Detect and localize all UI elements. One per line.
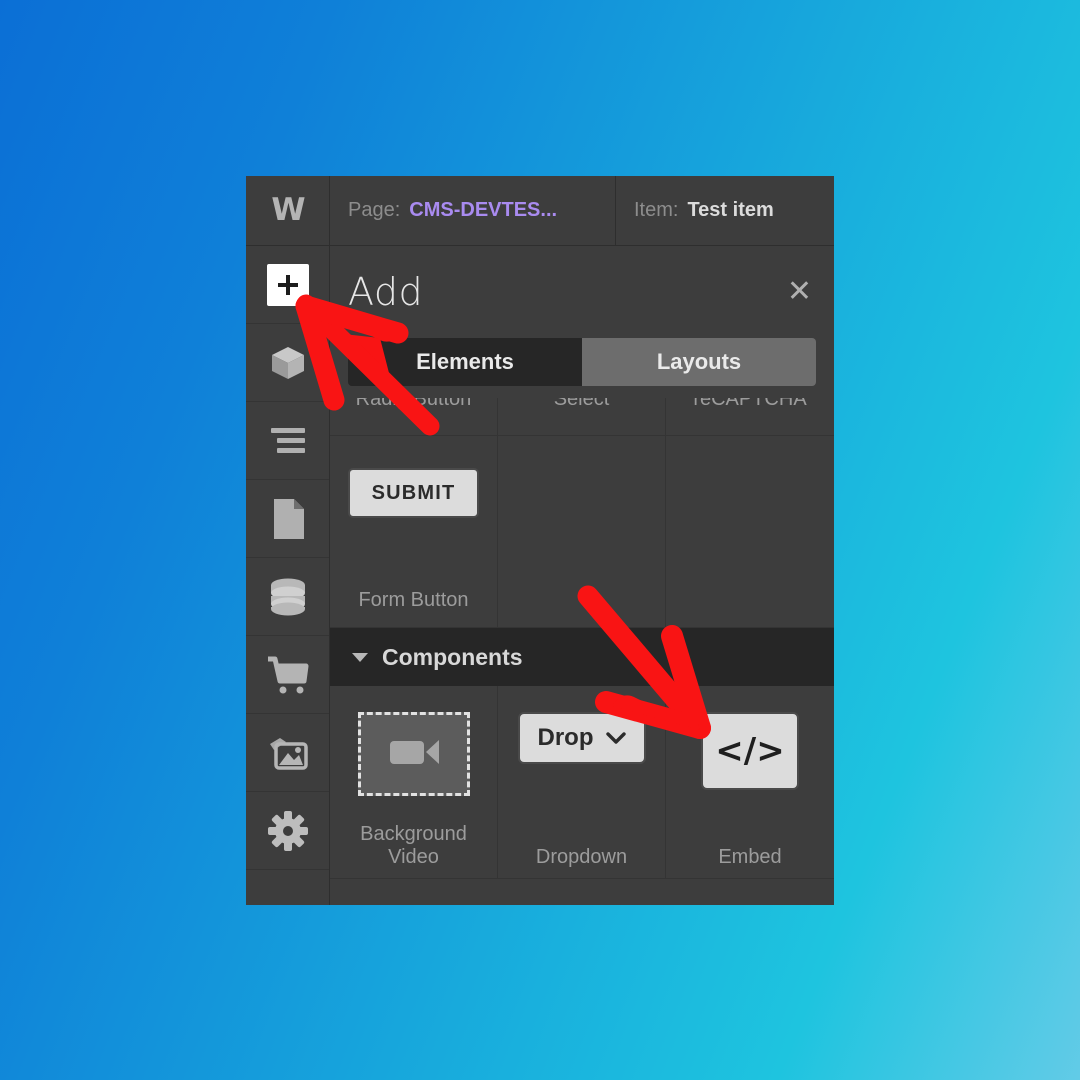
add-panel-header: Add ✕	[330, 246, 834, 338]
page-selector[interactable]: Page: CMS-DEVTES...	[330, 176, 616, 245]
chevron-down-icon	[605, 726, 626, 750]
cart-icon	[266, 655, 310, 695]
tab-layouts[interactable]: Layouts	[582, 338, 816, 386]
element-label: Background Video	[360, 822, 467, 869]
box-icon	[267, 342, 309, 384]
components-row: Background Video Drop Dropdown </> Embed	[330, 686, 834, 879]
dropdown-preview-text: Drop	[537, 724, 594, 751]
element-label: Embed	[718, 846, 782, 869]
panel-tabs: Elements Layouts	[348, 338, 816, 386]
element-empty-slot	[498, 436, 666, 628]
submit-button-preview: SUBMIT	[347, 468, 480, 518]
gear-icon	[267, 810, 309, 852]
element-label: Form Button	[358, 589, 469, 612]
navigator-icon	[267, 426, 309, 456]
sidebar-item-add[interactable]	[246, 246, 329, 324]
element-label: reCAPTCHA	[693, 398, 807, 410]
forms-row: SUBMIT Form Button	[330, 436, 834, 628]
images-icon	[266, 734, 310, 772]
element-empty-slot	[666, 436, 834, 628]
plus-icon	[266, 263, 309, 306]
page-icon	[270, 497, 306, 541]
window-body: Add ✕ Elements Layouts Radio Button Sele…	[246, 246, 834, 905]
add-panel: Add ✕ Elements Layouts Radio Button Sele…	[330, 246, 834, 905]
element-form-button[interactable]: SUBMIT Form Button	[330, 436, 498, 628]
top-bar: W Page: CMS-DEVTES... Item: Test item	[246, 176, 834, 246]
sidebar-item-assets[interactable]	[246, 714, 329, 792]
database-icon	[267, 577, 309, 617]
sidebar-item-navigator[interactable]	[246, 402, 329, 480]
sidebar-item-components[interactable]	[246, 324, 329, 402]
webflow-logo-icon: W	[271, 192, 305, 228]
close-icon[interactable]: ✕	[787, 277, 812, 307]
left-toolbar	[246, 246, 330, 905]
code-icon: </>	[715, 731, 785, 771]
element-label: Dropdown	[535, 846, 628, 869]
forms-row-partial: Radio Button Select reCAPTCHA	[330, 398, 834, 436]
element-radio-button[interactable]: Radio Button	[330, 398, 498, 436]
element-label: Select	[553, 398, 610, 410]
element-label: Radio Button	[355, 398, 472, 410]
dropdown-preview: Drop	[517, 712, 646, 764]
sidebar-item-pages[interactable]	[246, 480, 329, 558]
embed-preview: </>	[701, 712, 799, 790]
page-label: Page:	[348, 199, 401, 221]
component-dropdown[interactable]: Drop Dropdown	[498, 686, 666, 879]
component-embed[interactable]: </> Embed	[666, 686, 834, 879]
sidebar-item-settings[interactable]	[246, 792, 329, 870]
element-select[interactable]: Select	[498, 398, 666, 436]
components-section-title: Components	[382, 643, 523, 670]
video-camera-icon	[386, 735, 442, 774]
page-name: CMS-DEVTES...	[409, 199, 558, 221]
sidebar-item-ecommerce[interactable]	[246, 636, 329, 714]
tab-elements[interactable]: Elements	[348, 338, 582, 386]
panel-title: Add	[348, 270, 424, 314]
components-section-header[interactable]: Components	[330, 628, 834, 686]
item-selector[interactable]: Item: Test item	[616, 176, 834, 245]
webflow-logo-button[interactable]: W	[246, 176, 330, 245]
element-recaptcha[interactable]: reCAPTCHA	[666, 398, 834, 436]
elements-scroll-area[interactable]: Radio Button Select reCAPTCHA SUBMIT For…	[330, 398, 834, 905]
webflow-designer-window: W Page: CMS-DEVTES... Item: Test item Ad…	[246, 176, 834, 905]
chevron-down-icon	[352, 652, 368, 662]
sidebar-item-cms[interactable]	[246, 558, 329, 636]
item-name: Test item	[687, 199, 774, 221]
item-label: Item:	[634, 199, 679, 221]
component-background-video[interactable]: Background Video	[330, 686, 498, 879]
background-video-preview	[357, 712, 470, 796]
